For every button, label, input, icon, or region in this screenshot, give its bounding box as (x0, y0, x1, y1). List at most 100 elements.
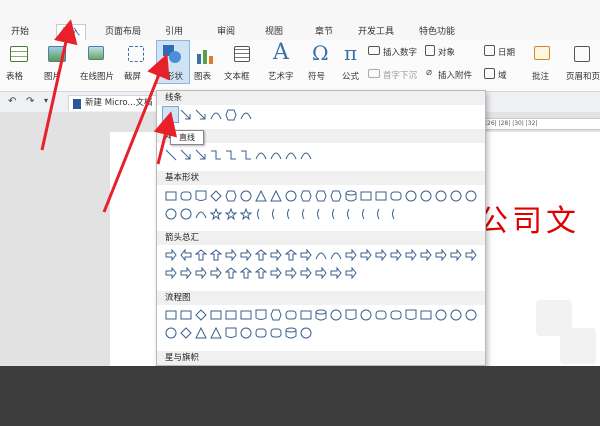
basic2-shape-12[interactable] (345, 208, 357, 220)
connector-shape-6[interactable] (255, 149, 267, 161)
flowchart2-shape-4[interactable] (225, 327, 237, 339)
arrow-shape-11[interactable] (330, 249, 342, 261)
arrow-shape-16[interactable] (405, 249, 417, 261)
arrow2-shape-8[interactable] (285, 267, 297, 279)
connector-shape-9[interactable] (300, 149, 312, 161)
basic-shape-15[interactable] (390, 190, 402, 202)
line-shape-4[interactable] (225, 109, 237, 121)
arrow-shape-18[interactable] (435, 249, 447, 261)
arrow2-shape-9[interactable] (300, 267, 312, 279)
arrow-shape-8[interactable] (285, 249, 297, 261)
arrow-shape-9[interactable] (300, 249, 312, 261)
basic-shape-11[interactable] (330, 190, 342, 202)
flowchart-shape-20[interactable] (465, 309, 477, 321)
flowchart2-shape-5[interactable] (240, 327, 252, 339)
basic2-shape-9[interactable] (300, 208, 312, 220)
basic-shape-2[interactable] (195, 190, 207, 202)
basic-shape-5[interactable] (240, 190, 252, 202)
arrow-shape-19[interactable] (450, 249, 462, 261)
arrow2-shape-2[interactable] (195, 267, 207, 279)
basic2-shape-14[interactable] (375, 208, 387, 220)
tab-start[interactable]: 开始 (6, 24, 34, 40)
basic-shape-0[interactable] (165, 190, 177, 202)
line-shape-2[interactable] (195, 109, 207, 121)
tab-special[interactable]: 特色功能 (414, 24, 460, 40)
arrow-shape-3[interactable] (210, 249, 222, 261)
flowchart-shape-14[interactable] (375, 309, 387, 321)
redo-icon[interactable]: ↷ (26, 96, 34, 107)
tab-page-layout[interactable]: 页面布局 (100, 24, 146, 40)
flowchart2-shape-8[interactable] (285, 327, 297, 339)
flowchart-shape-19[interactable] (450, 309, 462, 321)
flowchart-shape-13[interactable] (360, 309, 372, 321)
basic2-shape-13[interactable] (360, 208, 372, 220)
basic-shape-12[interactable] (345, 190, 357, 202)
flowchart-shape-9[interactable] (300, 309, 312, 321)
arrow-shape-15[interactable] (390, 249, 402, 261)
flowchart-shape-3[interactable] (210, 309, 222, 321)
arrow-shape-2[interactable] (195, 249, 207, 261)
flowchart2-shape-3[interactable] (210, 327, 222, 339)
tab-review[interactable]: 审阅 (212, 24, 240, 40)
basic-shape-4[interactable] (225, 190, 237, 202)
basic-shape-10[interactable] (315, 190, 327, 202)
arrow2-shape-10[interactable] (315, 267, 327, 279)
dropdown-icon[interactable]: ▾ (44, 96, 48, 105)
flowchart2-shape-7[interactable] (270, 327, 282, 339)
arrow2-shape-3[interactable] (210, 267, 222, 279)
document-tab[interactable]: 新建 Micro...文档 (68, 95, 158, 111)
basic-shape-19[interactable] (450, 190, 462, 202)
line-shape-1[interactable] (180, 109, 192, 121)
arrow-shape-6[interactable] (255, 249, 267, 261)
connector-shape-8[interactable] (285, 149, 297, 161)
basic-shape-3[interactable] (210, 190, 222, 202)
basic-shape-6[interactable] (255, 190, 267, 202)
arrow2-shape-11[interactable] (330, 267, 342, 279)
flowchart-shape-16[interactable] (405, 309, 417, 321)
horizontal-ruler[interactable]: |26| |28| |30| |32| (485, 118, 600, 130)
tab-section[interactable]: 章节 (310, 24, 338, 40)
basic2-shape-6[interactable] (255, 208, 267, 220)
arrow-shape-1[interactable] (180, 249, 192, 261)
flowchart2-shape-9[interactable] (300, 327, 312, 339)
tab-references[interactable]: 引用 (160, 24, 188, 40)
arrow2-shape-5[interactable] (240, 267, 252, 279)
line-shape-3[interactable] (210, 109, 222, 121)
connector-shape-0[interactable] (165, 149, 177, 161)
basic2-shape-4[interactable] (225, 208, 237, 220)
arrow2-shape-6[interactable] (255, 267, 267, 279)
basic-shape-1[interactable] (180, 190, 192, 202)
basic2-shape-2[interactable] (195, 208, 207, 220)
arrow-shape-5[interactable] (240, 249, 252, 261)
basic-shape-20[interactable] (465, 190, 477, 202)
basic-shape-16[interactable] (405, 190, 417, 202)
undo-icon[interactable]: ↶ (8, 96, 16, 107)
tab-view[interactable]: 视图 (260, 24, 288, 40)
flowchart-shape-17[interactable] (420, 309, 432, 321)
basic-shape-13[interactable] (360, 190, 372, 202)
basic2-shape-3[interactable] (210, 208, 222, 220)
flowchart-shape-0[interactable] (165, 309, 177, 321)
connector-shape-4[interactable] (225, 149, 237, 161)
basic2-shape-11[interactable] (330, 208, 342, 220)
arrow2-shape-12[interactable] (345, 267, 357, 279)
flowchart2-shape-2[interactable] (195, 327, 207, 339)
flowchart-shape-8[interactable] (285, 309, 297, 321)
connector-shape-1[interactable] (180, 149, 192, 161)
flowchart-shape-6[interactable] (255, 309, 267, 321)
basic2-shape-1[interactable] (180, 208, 192, 220)
line-shape-5[interactable] (240, 109, 252, 121)
connector-shape-3[interactable] (210, 149, 222, 161)
basic-shape-18[interactable] (435, 190, 447, 202)
line-shape-selected[interactable] (162, 106, 179, 123)
basic-shape-17[interactable] (420, 190, 432, 202)
arrow-shape-20[interactable] (465, 249, 477, 261)
flowchart-shape-1[interactable] (180, 309, 192, 321)
basic2-shape-7[interactable] (270, 208, 282, 220)
basic-shape-7[interactable] (270, 190, 282, 202)
tab-developer[interactable]: 开发工具 (354, 24, 398, 40)
connector-shape-2[interactable] (195, 149, 207, 161)
basic-shape-8[interactable] (285, 190, 297, 202)
arrow-shape-12[interactable] (345, 249, 357, 261)
basic2-shape-8[interactable] (285, 208, 297, 220)
